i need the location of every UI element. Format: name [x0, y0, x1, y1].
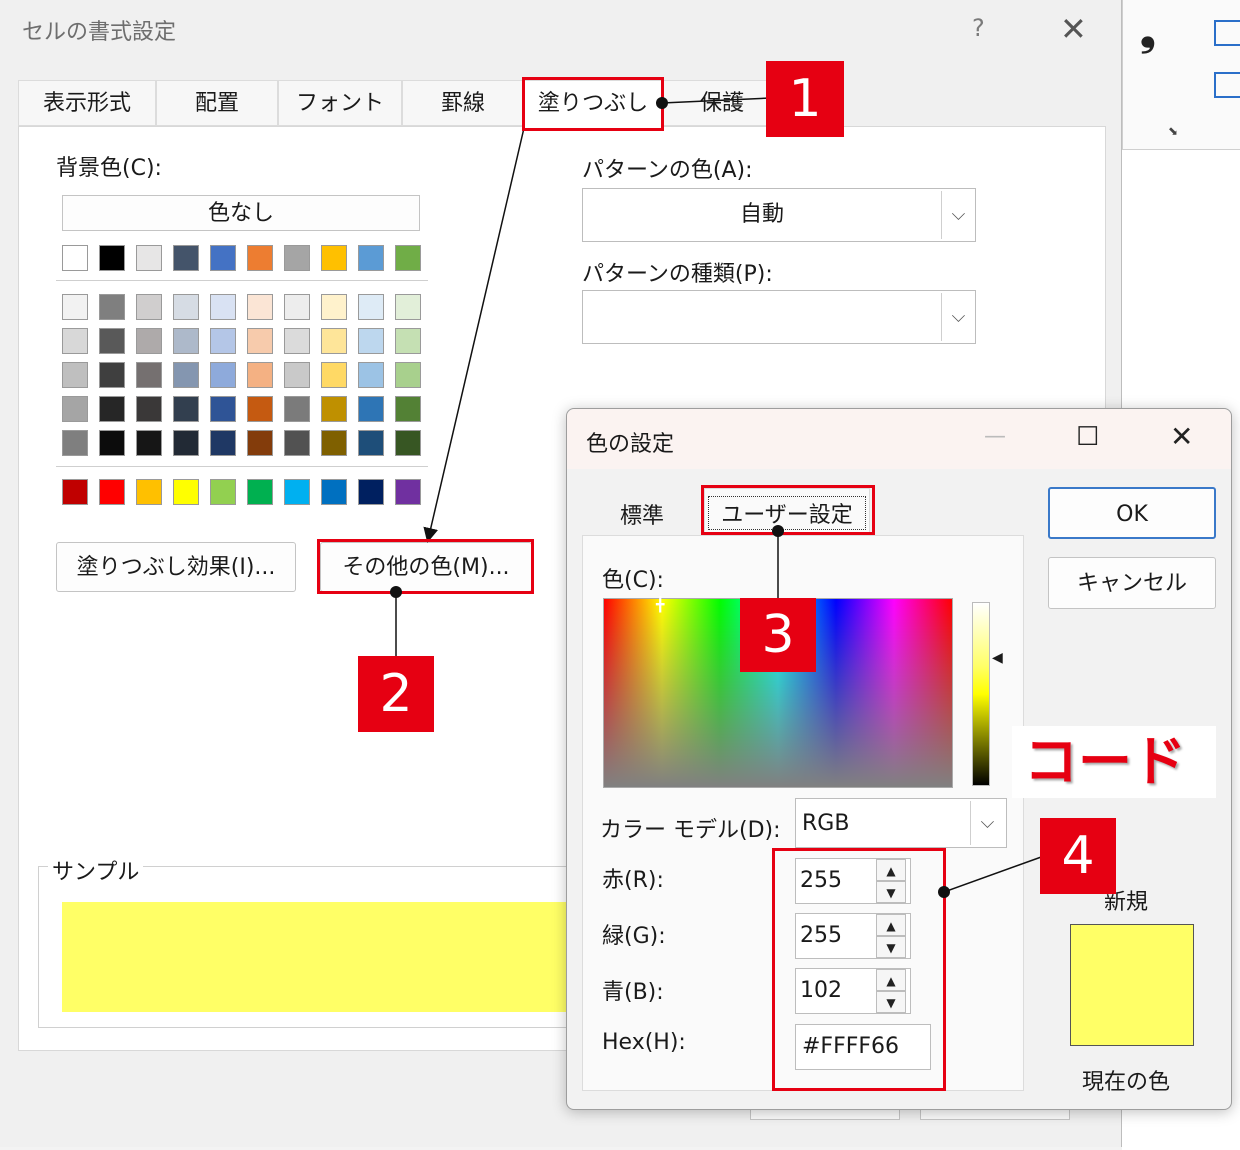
annotation-dot-4 — [938, 886, 950, 898]
highlight-fill-tab — [522, 77, 664, 131]
annotation-lines — [395, 97, 1045, 893]
annotation-arrow — [423, 127, 525, 543]
annotation-dot-3 — [772, 525, 784, 537]
annotation-dot-1 — [656, 97, 668, 109]
step-tag-1: 1 — [766, 61, 844, 137]
annotation-dot-2 — [390, 586, 402, 598]
annotation-line-1 — [661, 97, 771, 104]
highlight-custom-tab — [701, 485, 875, 535]
annotation-line-4 — [943, 855, 1045, 893]
code-label: コード — [1024, 730, 1186, 793]
step-tag-4: 4 — [1040, 818, 1116, 894]
highlight-rgb-values — [772, 848, 946, 1091]
step-tag-3: 3 — [740, 598, 816, 672]
step-tag-2: 2 — [358, 656, 434, 732]
highlight-more-colors — [317, 539, 534, 594]
